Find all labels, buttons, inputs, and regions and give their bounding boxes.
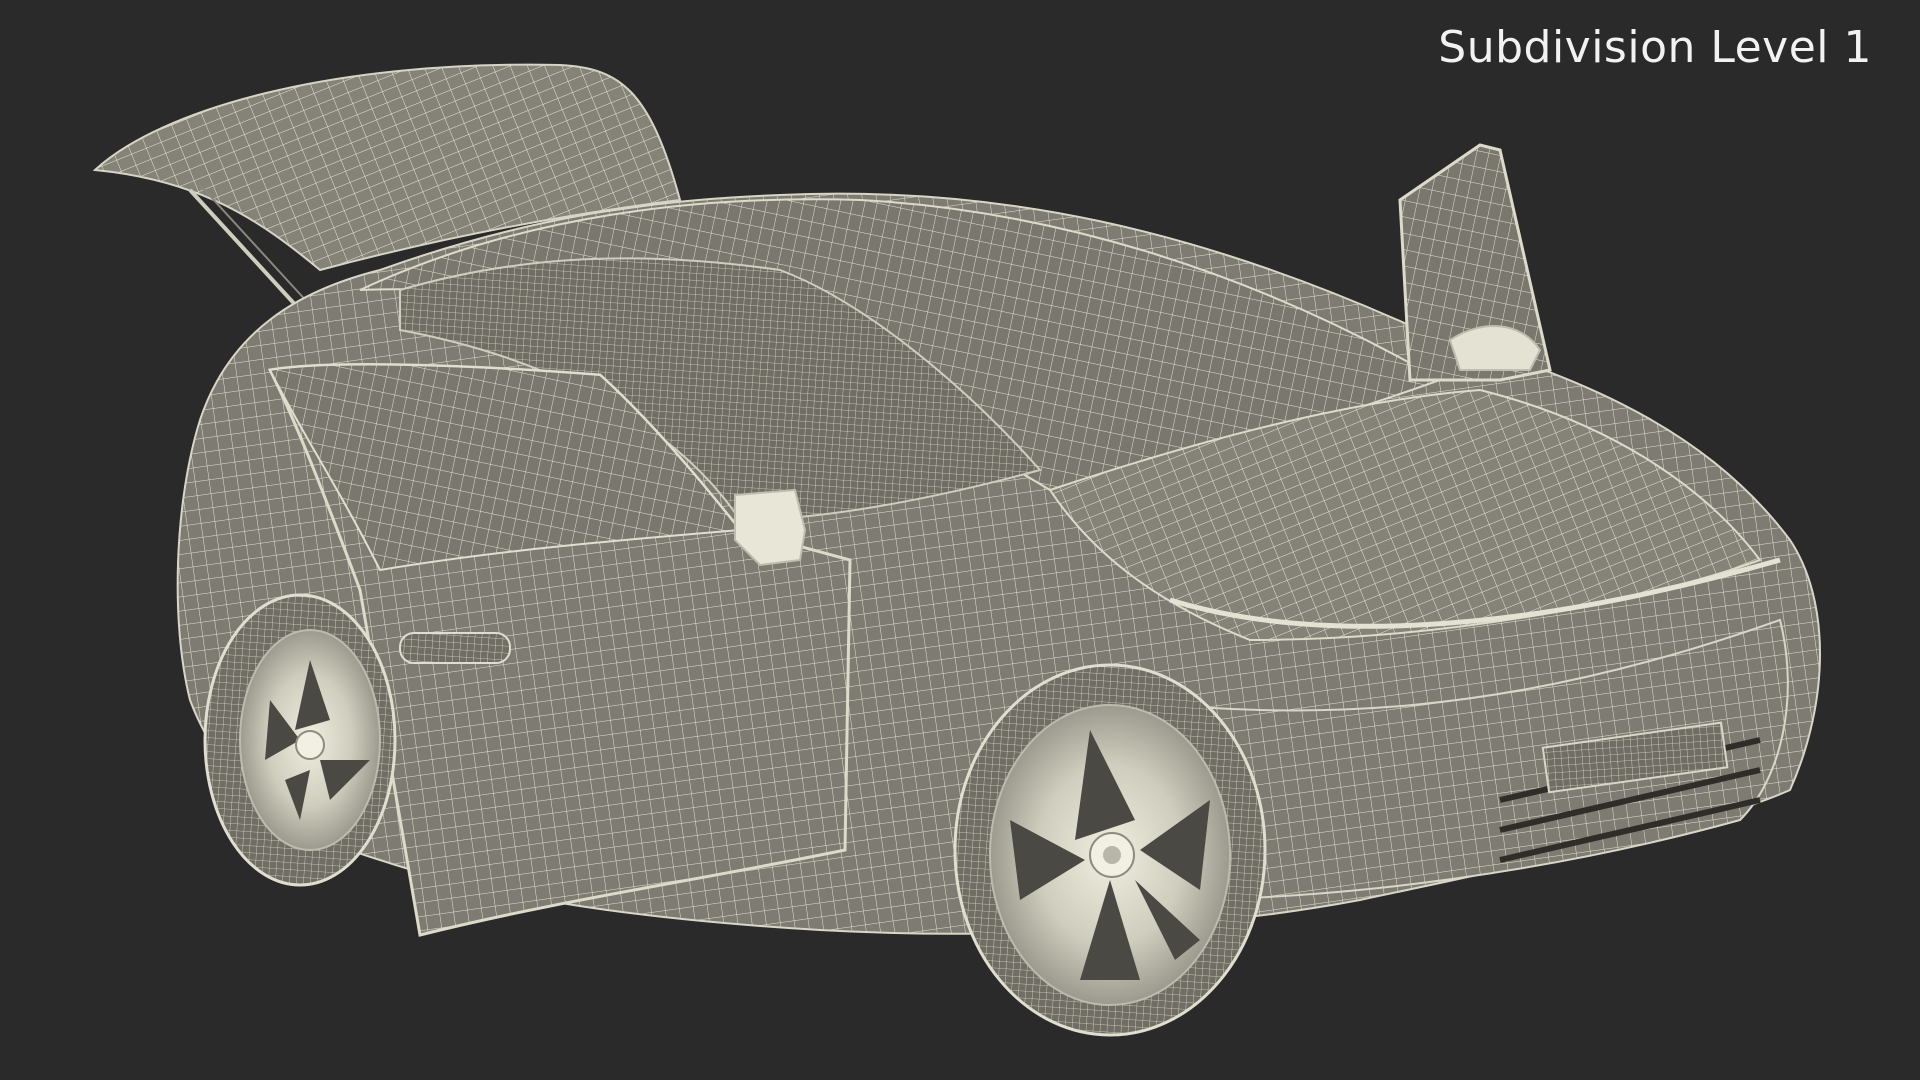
subdivision-level-label: Subdivision Level 1 (1438, 22, 1872, 73)
open-rear-door (1398, 143, 1552, 382)
front-wheel (953, 663, 1267, 1037)
car-wireframe-render (92, 63, 1821, 1037)
rear-wheel (203, 593, 397, 887)
render-viewport: Subdivision Level 1 (0, 0, 1920, 1080)
